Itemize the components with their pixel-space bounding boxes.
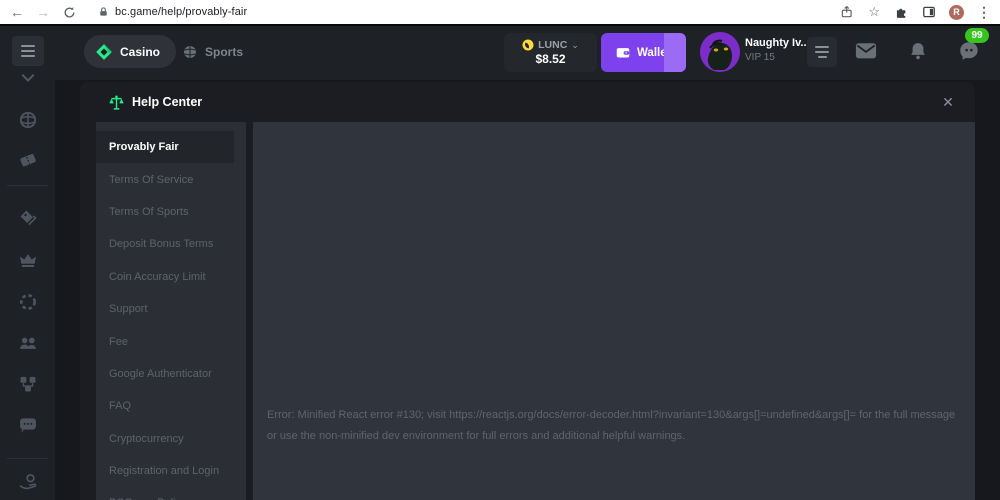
side-panel-icon[interactable] [922,5,936,19]
help-menu-item-provably-fair[interactable]: Provably Fair [96,131,234,163]
help-menu-item-support[interactable]: Support [96,293,246,325]
help-menu-item-cryptocurrency[interactable]: Cryptocurrency [96,423,246,455]
staking-icon[interactable] [18,374,38,394]
bell-icon[interactable] [908,40,928,62]
help-menu-item-google-authenticator[interactable]: Google Authenticator [96,358,246,390]
help-menu-item-terms-of-sports[interactable]: Terms Of Sports [96,196,246,228]
sports-ball-icon[interactable] [18,110,38,130]
help-content-panel: Error: Minified React error #130; visit … [253,122,975,500]
tab-sports[interactable]: Sports [172,35,253,68]
bc-logo-icon [95,43,113,61]
help-center-modal: Help Center ✕ Provably Fair Terms Of Ser… [80,82,975,500]
help-menu-item-faq[interactable]: FAQ [96,390,246,422]
wallet-icon [615,45,631,60]
react-error-message: Error: Minified React error #130; visit … [267,405,959,447]
tab-casino-label: Casino [120,45,160,59]
help-menu-item-bcgame-policy[interactable]: BCGame Policy [96,487,246,500]
url-bar[interactable]: bc.game/help/provably-fair [115,6,247,18]
wallet-button[interactable]: Wallet [601,33,686,72]
scales-icon [108,94,125,111]
sidebar-toggle-button[interactable] [12,36,44,66]
tab-casino[interactable]: Casino [84,35,176,68]
extensions-icon[interactable] [894,5,908,19]
coin-icon [522,39,534,51]
refresh-icon[interactable] [63,6,76,19]
bonus-circle-icon[interactable] [18,292,38,312]
modal-title: Help Center [132,95,202,109]
sports-ball-icon [182,44,198,60]
help-menu-item-fee[interactable]: Fee [96,325,246,357]
rail-divider [7,185,48,186]
close-icon[interactable]: ✕ [939,93,957,111]
kebab-menu-icon[interactable]: ⋮ [977,0,991,24]
lock-icon[interactable] [98,6,109,18]
browser-toolbar: ← → bc.game/help/provably-fair ☆ R ⋮ [0,0,1000,24]
currency-code: LUNC [538,39,567,51]
mail-icon[interactable] [855,40,877,62]
avatar-image [700,32,740,72]
help-menu-item-deposit-bonus-terms[interactable]: Deposit Bonus Terms [96,228,246,260]
tags-icon[interactable] [18,208,38,228]
user-name[interactable]: Naughty Iv... [745,37,807,49]
left-sidebar [0,26,55,500]
rail-divider [7,458,48,459]
star-icon[interactable]: ☆ [868,0,880,24]
chat-unread-badge: 99 [965,28,989,43]
help-menu: Provably Fair Terms Of Service Terms Of … [96,122,246,500]
back-icon[interactable]: ← [10,0,24,24]
currency-selector[interactable]: LUNC ⌄ $8.52 [504,33,597,72]
help-menu-item-terms-of-service[interactable]: Terms Of Service [96,163,246,195]
cashback-icon[interactable] [18,472,38,492]
profile-avatar[interactable]: R [949,5,964,20]
help-menu-item-registration-and-login[interactable]: Registration and Login [96,455,246,487]
tab-sports-label: Sports [205,45,243,59]
modal-header: Help Center ✕ [80,82,975,122]
forward-icon[interactable]: → [36,0,50,24]
app-header: Casino Sports LUNC ⌄ $8.52 [55,26,1000,80]
list-menu-button[interactable] [807,37,837,67]
user-avatar[interactable] [700,32,740,72]
user-vip-level: VIP 15 [745,52,775,63]
rail-chevron-icon[interactable] [18,72,38,84]
rail-chat-icon[interactable] [18,415,38,435]
bc-game-app: Casino Sports LUNC ⌄ $8.52 [0,24,1000,498]
balance-amount: $8.52 [535,52,565,66]
chevron-down-icon: ⌄ [571,40,579,51]
share-icon[interactable] [840,5,854,19]
chat-icon[interactable] [958,40,980,62]
crown-icon[interactable] [18,250,38,270]
bet-ticket-icon[interactable] [18,150,38,170]
help-menu-item-coin-accuracy-limit[interactable]: Coin Accuracy Limit [96,261,246,293]
friends-icon[interactable] [18,333,38,353]
wallet-button-split [664,33,686,72]
